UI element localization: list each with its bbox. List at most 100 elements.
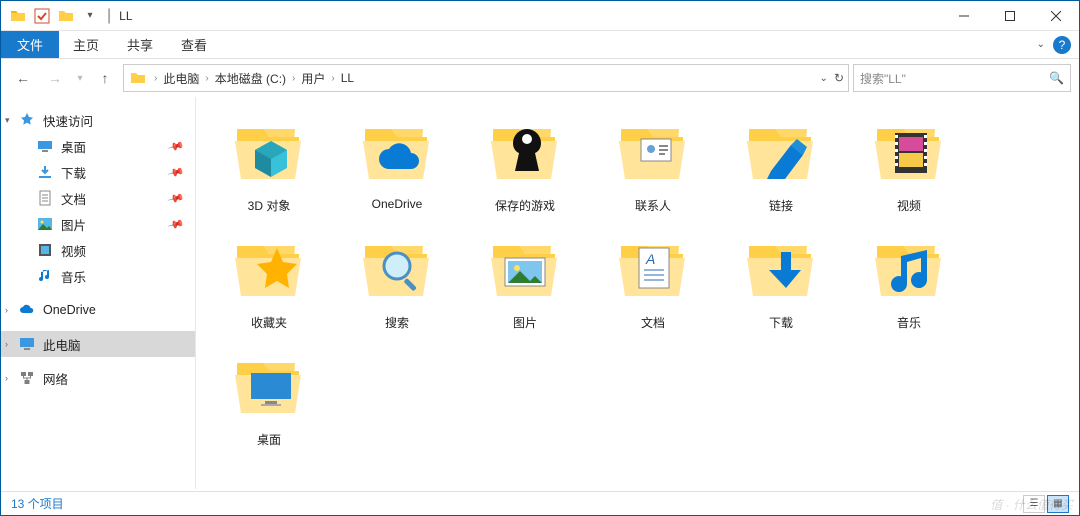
folder-label: OneDrive [372,197,423,211]
folder-label: 桌面 [257,431,281,448]
chevron-right-icon[interactable]: › [5,373,8,383]
item-count: 13 个项目 [11,495,64,512]
properties-check-icon[interactable] [31,5,53,27]
recent-dropdown[interactable]: ▾ [73,64,87,92]
address-dropdown-icon[interactable]: ⌄ [820,73,828,84]
search-icon[interactable]: 🔍 [1049,71,1064,85]
up-button[interactable]: ↑ [91,64,119,92]
sidebar-item-label: 快速访问 [43,111,93,130]
navigation-pane: ▾ 快速访问 桌面📌下载📌文档📌图片📌视频音乐 › OneDrive › 此电脑… [1,97,196,489]
ribbon-right-controls: ⌄ ? [1033,31,1079,58]
sidebar-item-label: 下载 [61,163,86,182]
folder-small-icon [55,5,77,27]
chevron-right-icon[interactable]: › [331,73,334,84]
music-icon [37,268,53,284]
folder-music[interactable]: 音乐 [864,232,954,331]
pin-icon: 📌 [167,215,185,233]
breadcrumb-this-pc[interactable]: 此电脑 [163,70,199,87]
chevron-right-icon[interactable]: › [5,305,8,315]
maximize-button[interactable] [987,1,1033,31]
document-icon [37,190,53,206]
folder-label: 搜索 [385,314,409,331]
sidebar-this-pc[interactable]: › 此电脑 [1,331,195,357]
pin-icon: 📌 [167,137,185,155]
pin-icon: 📌 [167,189,185,207]
sidebar-quick-access[interactable]: ▾ 快速访问 [1,107,195,133]
sidebar-item-label: OneDrive [43,303,96,317]
ribbon-tab-view[interactable]: 查看 [167,31,221,58]
ribbon-bar: 文件 主页 共享 查看 ⌄ ? [1,31,1079,59]
ribbon-tab-home[interactable]: 主页 [59,31,113,58]
download-icon [37,164,53,180]
folder-search[interactable]: 搜索 [352,232,442,331]
folder-cloud[interactable]: OneDrive [352,115,442,214]
search-input[interactable]: 搜索"LL" 🔍 [853,64,1071,92]
breadcrumb-users[interactable]: 用户 [301,70,325,87]
pin-icon: 📌 [167,163,185,181]
window-controls [941,1,1079,31]
star-icon [19,112,35,128]
quick-access-toolbar: ▾ | LL [1,5,133,27]
folder-label: 联系人 [635,197,671,214]
sidebar-item-document[interactable]: 文档📌 [1,185,195,211]
refresh-icon[interactable]: ↻ [834,71,844,85]
folder-desktop[interactable]: 桌面 [224,349,314,448]
network-icon [19,370,35,386]
folder-document[interactable]: A文档 [608,232,698,331]
folder-film[interactable]: 视频 [864,115,954,214]
breadcrumb-drive-c[interactable]: 本地磁盘 (C:) [215,70,286,87]
folder-icon [359,115,435,191]
chevron-right-icon[interactable]: › [205,73,208,84]
ribbon-expand-icon[interactable]: ⌄ [1033,35,1049,54]
folder-icon [231,349,307,425]
breadcrumb-current[interactable]: LL [341,71,354,85]
monitor-icon [19,336,35,352]
sidebar-item-label: 网络 [43,369,68,388]
close-button[interactable] [1033,1,1079,31]
address-bar[interactable]: › 此电脑 › 本地磁盘 (C:) › 用户 › LL ⌄ ↻ [123,64,849,92]
folder-download[interactable]: 下载 [736,232,826,331]
folder-star[interactable]: 收藏夹 [224,232,314,331]
folder-icon [871,115,947,191]
chevron-right-icon[interactable]: › [292,73,295,84]
chevron-right-icon[interactable]: › [154,73,157,84]
forward-button[interactable]: → [41,64,69,92]
sidebar-network[interactable]: › 网络 [1,365,195,391]
folder-contact[interactable]: 联系人 [608,115,698,214]
title-divider: | [107,7,111,25]
folder-icon [487,232,563,308]
sidebar-item-desktop[interactable]: 桌面📌 [1,133,195,159]
sidebar-item-picture[interactable]: 图片 📌 [1,211,195,237]
back-button[interactable]: ← [9,64,37,92]
minimize-button[interactable] [941,1,987,31]
folder-cube[interactable]: 3D 对象 [224,115,314,214]
video-icon [37,242,53,258]
ribbon-file-tab[interactable]: 文件 [1,31,59,58]
folder-icon [743,232,819,308]
folder-icon [615,115,691,191]
folder-link[interactable]: 链接 [736,115,826,214]
title-bar: ▾ | LL [1,1,1079,31]
folder-label: 图片 [513,314,537,331]
qat-dropdown-icon[interactable]: ▾ [79,5,101,27]
sidebar-item-label: 视频 [61,241,86,260]
folder-label: 收藏夹 [251,314,287,331]
folder-label: 下载 [769,314,793,331]
sidebar-onedrive[interactable]: › OneDrive [1,297,195,323]
file-list[interactable]: 3D 对象 OneDrive 保存的游戏联系人 链接视频收藏夹 搜索 图片 A文档下载 音乐桌… [196,97,1079,489]
sidebar-item-label: 图片 [61,215,86,234]
sidebar-item-download[interactable]: 下载 📌 [1,159,195,185]
folder-chess[interactable]: 保存的游戏 [480,115,570,214]
sidebar-item-video[interactable]: 视频 [1,237,195,263]
search-placeholder: 搜索"LL" [860,70,906,87]
cloud-icon [19,302,35,318]
folder-label: 视频 [897,197,921,214]
folder-picture[interactable]: 图片 [480,232,570,331]
chevron-right-icon[interactable]: › [5,339,8,349]
chevron-down-icon[interactable]: ▾ [5,115,10,126]
ribbon-tab-share[interactable]: 共享 [113,31,167,58]
folder-icon [871,232,947,308]
window-title: LL [119,9,132,23]
help-icon[interactable]: ? [1053,36,1071,54]
sidebar-item-music[interactable]: 音乐 [1,263,195,289]
